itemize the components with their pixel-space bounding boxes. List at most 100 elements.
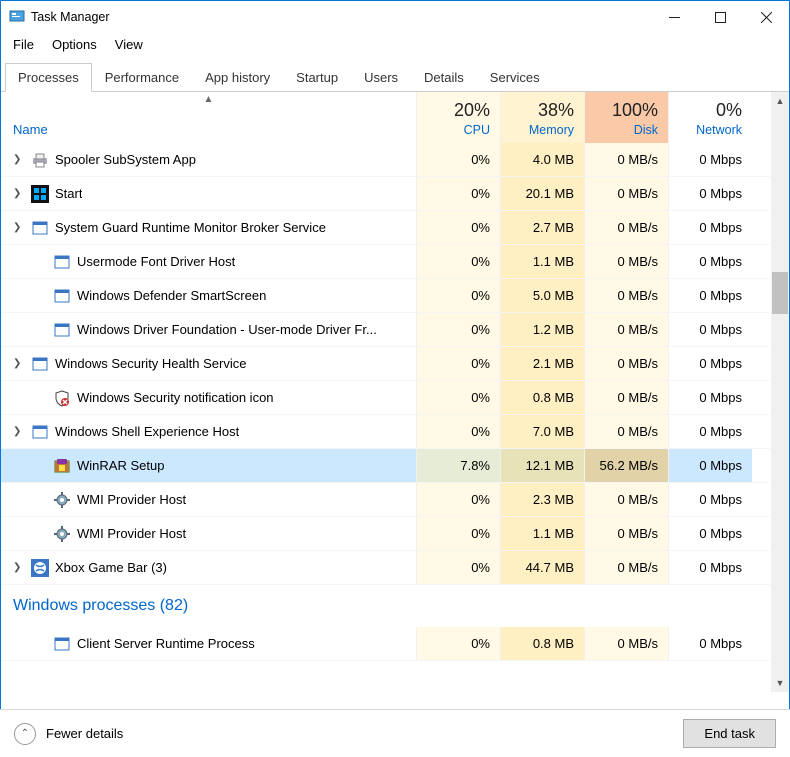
cell-memory: 2.1 MB <box>500 347 584 381</box>
cell-disk: 0 MB/s <box>584 211 668 245</box>
cell-network: 0 Mbps <box>668 517 752 551</box>
column-header-memory[interactable]: 38% Memory <box>500 92 584 143</box>
cell-cpu: 0% <box>416 347 500 381</box>
cell-network: 0 Mbps <box>668 483 752 517</box>
cell-disk: 0 MB/s <box>584 627 668 661</box>
process-name-cell[interactable]: ❯Spooler SubSystem App <box>1 143 416 177</box>
minimize-button[interactable] <box>651 1 697 33</box>
cell-disk: 56.2 MB/s <box>584 449 668 483</box>
process-name-cell[interactable]: ❯Windows Shell Experience Host <box>1 415 416 449</box>
expand-chevron-icon[interactable]: ❯ <box>13 222 25 233</box>
column-header-network[interactable]: 0% Network <box>668 92 752 143</box>
scroll-down-icon[interactable]: ▼ <box>771 674 789 692</box>
process-name-cell[interactable]: ❯Usermode Font Driver Host <box>1 245 416 279</box>
process-name: Windows Driver Foundation - User-mode Dr… <box>77 322 377 337</box>
process-name-cell[interactable]: ❯ Windows Security Health Service <box>1 347 416 381</box>
process-name-cell[interactable]: ❯WinRAR Setup <box>1 449 416 483</box>
column-header-cpu[interactable]: 20% CPU <box>416 92 500 143</box>
column-header-name[interactable]: ▲ Name <box>1 92 416 143</box>
maximize-button[interactable] <box>697 1 743 33</box>
fewer-details-label: Fewer details <box>46 726 123 741</box>
process-name: Windows Defender SmartScreen <box>77 288 266 303</box>
process-name-cell[interactable]: ❯ Start <box>1 177 416 211</box>
tab-performance[interactable]: Performance <box>92 63 192 92</box>
process-name: Windows Security Health Service <box>55 356 246 371</box>
network-label: Network <box>679 123 742 137</box>
process-name-cell[interactable]: ❯ System Guard Runtime Monitor Broker Ser… <box>1 211 416 245</box>
process-name: Xbox Game Bar (3) <box>55 560 167 575</box>
expand-chevron-icon[interactable]: ❯ <box>13 154 25 165</box>
cell-network: 0 Mbps <box>668 347 752 381</box>
cell-memory: 1.2 MB <box>500 313 584 347</box>
close-button[interactable] <box>743 1 789 33</box>
scroll-up-icon[interactable]: ▲ <box>771 92 789 110</box>
process-name-cell[interactable]: ❯Windows Defender SmartScreen <box>1 279 416 313</box>
chevron-up-icon: ⌃ <box>14 723 36 745</box>
process-name: Start <box>55 186 82 201</box>
shield-icon <box>53 389 71 407</box>
cell-disk: 0 MB/s <box>584 143 668 177</box>
winrar-icon <box>53 457 71 475</box>
cell-cpu: 0% <box>416 245 500 279</box>
cell-memory: 2.3 MB <box>500 483 584 517</box>
cell-memory: 7.0 MB <box>500 415 584 449</box>
scrollbar[interactable]: ▲ ▼ <box>771 92 789 692</box>
tab-services[interactable]: Services <box>477 63 553 92</box>
menu-options[interactable]: Options <box>44 35 105 54</box>
column-label-name: Name <box>13 122 48 137</box>
cell-network: 0 Mbps <box>668 279 752 313</box>
process-table: ▲ Name 20% CPU 38% Memory 100% Disk 0% N… <box>1 92 789 692</box>
window-icon <box>53 287 71 305</box>
cell-cpu: 0% <box>416 177 500 211</box>
bottom-bar: ⌃ Fewer details End task <box>0 709 790 757</box>
group-header[interactable]: Windows processes (82) <box>1 585 770 627</box>
fewer-details-button[interactable]: ⌃ Fewer details <box>14 723 123 745</box>
menu-file[interactable]: File <box>5 35 42 54</box>
memory-percent: 38% <box>511 100 574 121</box>
expand-chevron-icon[interactable]: ❯ <box>13 426 25 437</box>
cell-cpu: 0% <box>416 517 500 551</box>
process-name: System Guard Runtime Monitor Broker Serv… <box>55 220 326 235</box>
cell-cpu: 0% <box>416 143 500 177</box>
tab-app-history[interactable]: App history <box>192 63 283 92</box>
tab-startup[interactable]: Startup <box>283 63 351 92</box>
cell-cpu: 0% <box>416 211 500 245</box>
expand-chevron-icon[interactable]: ❯ <box>13 188 25 199</box>
cell-network: 0 Mbps <box>668 449 752 483</box>
cell-memory: 1.1 MB <box>500 517 584 551</box>
tab-users[interactable]: Users <box>351 63 411 92</box>
process-name-cell[interactable]: ❯WMI Provider Host <box>1 483 416 517</box>
expand-chevron-icon[interactable]: ❯ <box>13 358 25 369</box>
cell-disk: 0 MB/s <box>584 245 668 279</box>
scroll-thumb[interactable] <box>772 272 788 314</box>
cpu-label: CPU <box>427 123 490 137</box>
process-name-cell[interactable]: ❯Windows Security notification icon <box>1 381 416 415</box>
process-name: Windows Security notification icon <box>77 390 274 405</box>
tab-details[interactable]: Details <box>411 63 477 92</box>
tab-processes[interactable]: Processes <box>5 63 92 92</box>
cell-memory: 0.8 MB <box>500 627 584 661</box>
window-icon <box>31 423 49 441</box>
cell-memory: 12.1 MB <box>500 449 584 483</box>
gear-icon <box>53 491 71 509</box>
menu-view[interactable]: View <box>107 35 151 54</box>
process-name-cell[interactable]: ❯Windows Driver Foundation - User-mode D… <box>1 313 416 347</box>
process-name: WinRAR Setup <box>77 458 164 473</box>
titlebar[interactable]: Task Manager <box>1 1 789 33</box>
expand-chevron-icon[interactable]: ❯ <box>13 562 25 573</box>
cell-cpu: 0% <box>416 415 500 449</box>
cpu-percent: 20% <box>427 100 490 121</box>
process-name-cell[interactable]: ❯ Xbox Game Bar (3) <box>1 551 416 585</box>
cell-disk: 0 MB/s <box>584 347 668 381</box>
cell-memory: 44.7 MB <box>500 551 584 585</box>
window-title: Task Manager <box>31 10 110 24</box>
window-icon <box>53 253 71 271</box>
end-task-button[interactable]: End task <box>683 719 776 748</box>
process-name: WMI Provider Host <box>77 492 186 507</box>
column-header-disk[interactable]: 100% Disk <box>584 92 668 143</box>
cell-network: 0 Mbps <box>668 551 752 585</box>
cell-cpu: 0% <box>416 381 500 415</box>
gear-icon <box>53 525 71 543</box>
process-name-cell[interactable]: ❯WMI Provider Host <box>1 517 416 551</box>
process-name-cell[interactable]: ❯Client Server Runtime Process <box>1 627 416 661</box>
